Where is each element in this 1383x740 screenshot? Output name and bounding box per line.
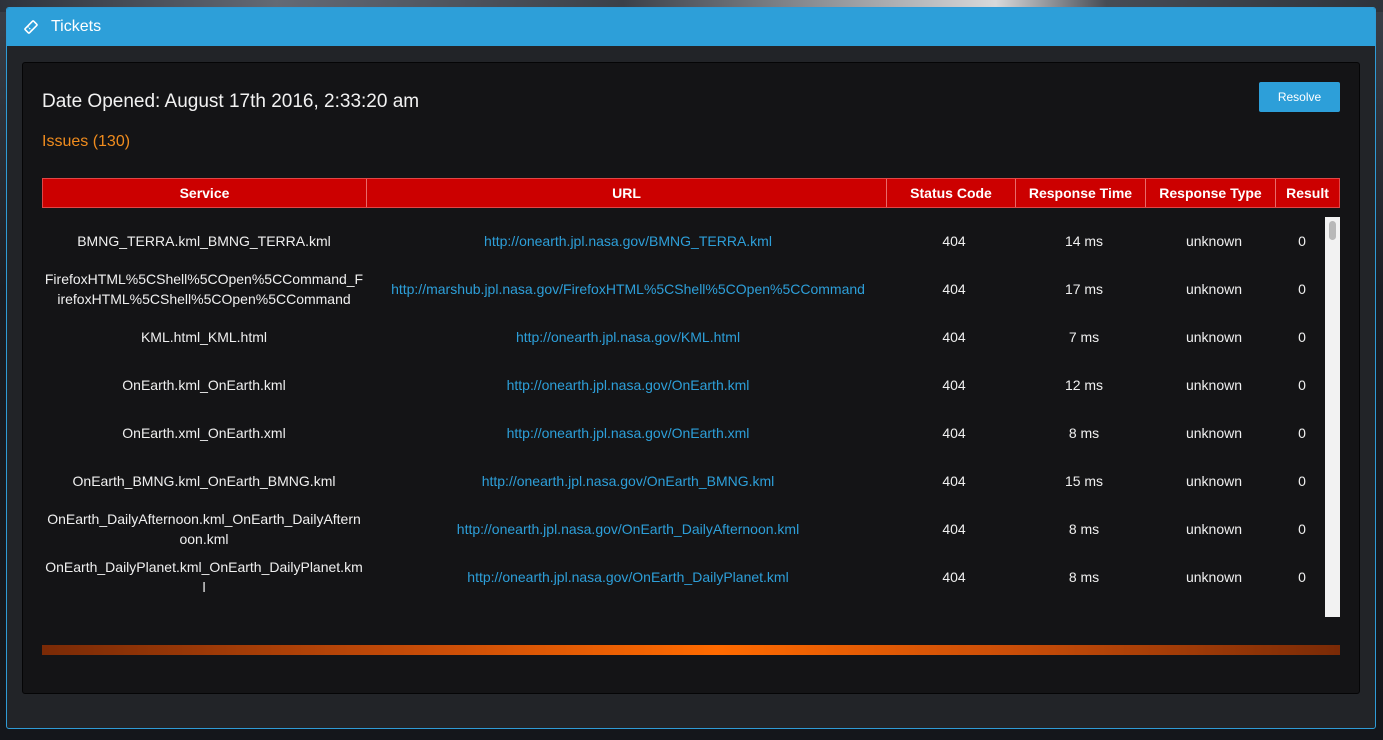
- cell-service: OnEarth.xml_OnEarth.xml: [122, 425, 286, 441]
- loading-progress-bar: [42, 645, 1340, 655]
- cell-response-time: 17 ms: [1064, 281, 1104, 297]
- cell-url-link[interactable]: http://onearth.jpl.nasa.gov/OnEarth_Dail…: [366, 519, 890, 539]
- resolve-button[interactable]: Resolve: [1259, 82, 1340, 112]
- window-titlebar: Tickets: [7, 8, 1375, 46]
- cell-response-type: unknown: [1185, 473, 1243, 489]
- cell-service: OnEarth_DailyAfternoon.kml_OnEarth_Daily…: [47, 511, 361, 547]
- cell-url-link[interactable]: http://marshub.jpl.nasa.gov/FirefoxHTML%…: [366, 279, 890, 299]
- table-body: BMNG_TERRA.kml_BMNG_TERRA.kml http://one…: [42, 217, 1340, 617]
- cell-status-code: 404: [942, 473, 966, 489]
- cell-url-link[interactable]: http://onearth.jpl.nasa.gov/OnEarth.kml: [366, 375, 890, 395]
- table-row: BMNG_TERRA.kml_BMNG_TERRA.kml http://one…: [42, 217, 1340, 265]
- cell-response-time: 12 ms: [1064, 377, 1104, 393]
- cell-response-time: 7 ms: [1068, 329, 1100, 345]
- cell-response-type: unknown: [1185, 281, 1243, 297]
- cell-service: KML.html_KML.html: [140, 329, 268, 345]
- cell-url-link[interactable]: http://onearth.jpl.nasa.gov/OnEarth_Dail…: [366, 567, 890, 587]
- cell-result: 0: [1298, 281, 1306, 297]
- ticket-icon: [23, 19, 39, 35]
- cell-service: OnEarth.kml_OnEarth.kml: [122, 377, 286, 393]
- cell-result: 0: [1298, 377, 1306, 393]
- cell-url-link[interactable]: http://onearth.jpl.nasa.gov/BMNG_TERRA.k…: [366, 231, 890, 251]
- date-opened: Date Opened: August 17th 2016, 2:33:20 a…: [42, 91, 420, 112]
- window-title: Tickets: [51, 18, 102, 35]
- table-row: FirefoxHTML%5CShell%5COpen%5CCommand_Fir…: [42, 265, 1340, 313]
- ticket-panel: Date Opened: August 17th 2016, 2:33:20 a…: [22, 62, 1360, 694]
- cell-status-code: 404: [942, 281, 966, 297]
- cell-status-code: 404: [942, 569, 966, 585]
- cell-status-code: 404: [942, 425, 966, 441]
- column-header-service[interactable]: Service: [43, 179, 367, 207]
- cell-response-type: unknown: [1185, 425, 1243, 441]
- cell-response-type: unknown: [1185, 329, 1243, 345]
- cell-status-code: 404: [942, 521, 966, 537]
- cell-service: OnEarth_DailyPlanet.kml_OnEarth_DailyPla…: [45, 559, 363, 595]
- cell-response-type: unknown: [1185, 233, 1243, 249]
- cell-response-time: 8 ms: [1068, 521, 1100, 537]
- column-header-response-type[interactable]: Response Type: [1146, 179, 1276, 207]
- cell-response-type: unknown: [1185, 521, 1243, 537]
- cell-service: OnEarth_BMNG.kml_OnEarth_BMNG.kml: [72, 473, 336, 489]
- cell-url-link[interactable]: http://onearth.jpl.nasa.gov/OnEarth.xml: [366, 423, 890, 443]
- cell-result: 0: [1298, 473, 1306, 489]
- cell-response-type: unknown: [1185, 377, 1243, 393]
- cell-result: 0: [1298, 329, 1306, 345]
- cell-response-time: 15 ms: [1064, 473, 1104, 489]
- table-row: OnEarth.kml_OnEarth.kml http://onearth.j…: [42, 361, 1340, 409]
- table-row: OnEarth_DailyAfternoon.kml_OnEarth_Daily…: [42, 505, 1340, 553]
- scrollbar-thumb[interactable]: [1329, 221, 1336, 240]
- cell-response-time: 14 ms: [1064, 233, 1104, 249]
- column-header-url[interactable]: URL: [367, 179, 887, 207]
- tickets-window: Tickets Date Opened: August 17th 2016, 2…: [6, 7, 1376, 729]
- table-row: OnEarth_BMNG.kml_OnEarth_BMNG.kml http:/…: [42, 457, 1340, 505]
- cell-service: FirefoxHTML%5CShell%5COpen%5CCommand_Fir…: [44, 271, 364, 307]
- cell-url-link[interactable]: http://onearth.jpl.nasa.gov/KML.html: [366, 327, 890, 347]
- issues-count[interactable]: Issues (130): [42, 133, 130, 151]
- cell-result: 0: [1298, 233, 1306, 249]
- cell-result: 0: [1298, 425, 1306, 441]
- table-header: Service URL Status Code Response Time Re…: [42, 178, 1340, 208]
- cell-response-time: 8 ms: [1068, 425, 1100, 441]
- cell-result: 0: [1298, 569, 1306, 585]
- table-row: OnEarth_DailyPlanet.kml_OnEarth_DailyPla…: [42, 553, 1340, 601]
- column-header-response-time[interactable]: Response Time: [1016, 179, 1146, 207]
- cell-response-type: unknown: [1185, 569, 1243, 585]
- cell-response-time: 8 ms: [1068, 569, 1100, 585]
- cell-status-code: 404: [942, 377, 966, 393]
- table-scrollbar[interactable]: [1325, 217, 1340, 617]
- cell-result: 0: [1298, 521, 1306, 537]
- cell-status-code: 404: [942, 233, 966, 249]
- table-row: OnEarth.xml_OnEarth.xml http://onearth.j…: [42, 409, 1340, 457]
- column-header-result[interactable]: Result: [1276, 179, 1339, 207]
- table-row: KML.html_KML.html http://onearth.jpl.nas…: [42, 313, 1340, 361]
- cell-url-link[interactable]: http://onearth.jpl.nasa.gov/OnEarth_BMNG…: [366, 471, 890, 491]
- column-header-status-code[interactable]: Status Code: [887, 179, 1016, 207]
- cell-service: BMNG_TERRA.kml_BMNG_TERRA.kml: [77, 233, 331, 249]
- cell-status-code: 404: [942, 329, 966, 345]
